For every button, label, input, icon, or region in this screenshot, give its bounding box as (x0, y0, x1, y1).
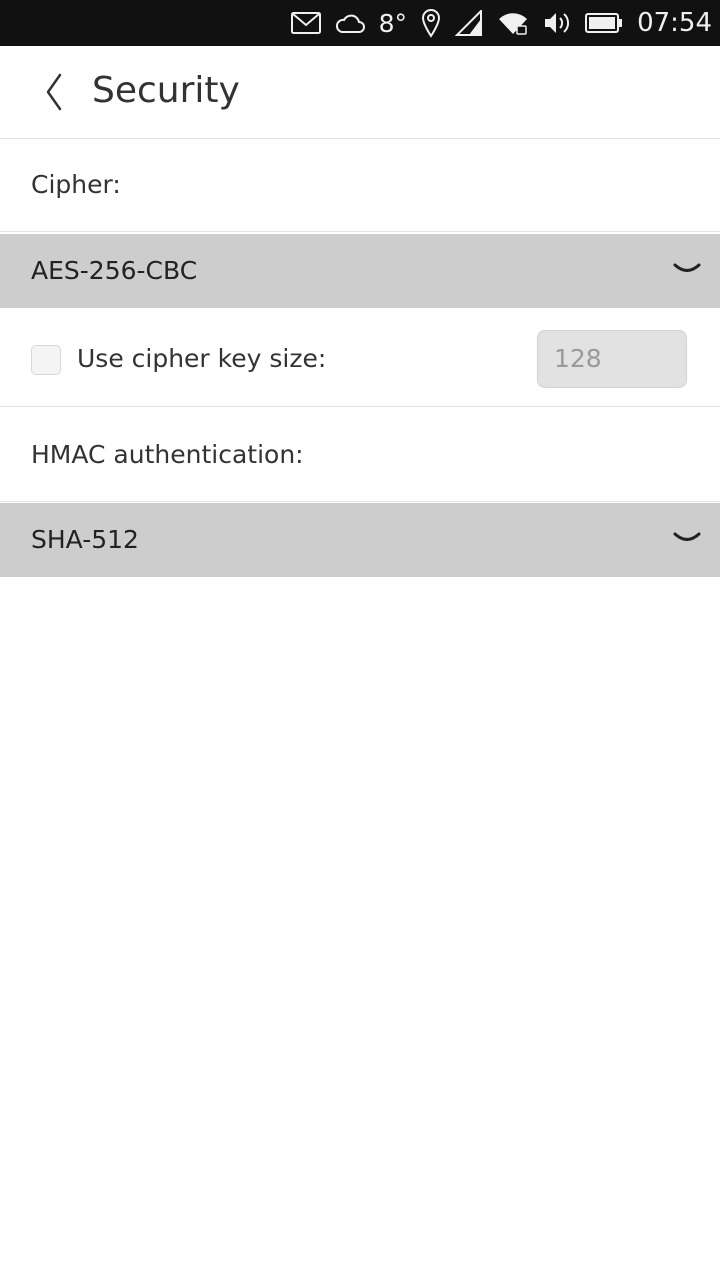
cipher-label-row: Cipher: (0, 139, 720, 232)
hmac-label-row: HMAC authentication: (0, 407, 720, 502)
wifi-icon (497, 10, 529, 36)
chevron-down-icon (673, 532, 701, 541)
key-size-input[interactable]: 128 (537, 330, 687, 388)
status-bar: 8° 07:54 (0, 0, 720, 46)
battery-icon (585, 12, 623, 34)
cipher-selected-value: AES-256-CBC (31, 256, 198, 285)
hmac-dropdown[interactable]: SHA-512 (0, 503, 720, 577)
volume-icon (543, 10, 571, 36)
cipher-dropdown[interactable]: AES-256-CBC (0, 234, 720, 308)
hmac-label: HMAC authentication: (31, 440, 304, 469)
page-header: Security (0, 46, 720, 139)
clock: 07:54 (637, 8, 712, 38)
temperature: 8° (378, 8, 408, 38)
use-key-size-label: Use cipher key size: (77, 344, 327, 373)
signal-icon (455, 10, 483, 36)
back-button[interactable] (30, 68, 78, 116)
chevron-left-icon (46, 73, 62, 111)
location-icon (421, 8, 441, 38)
use-key-size-checkbox[interactable] (31, 345, 61, 375)
cipher-label: Cipher: (31, 170, 121, 199)
cloud-icon (335, 12, 365, 34)
key-size-row: Use cipher key size: 128 (0, 312, 720, 407)
chevron-down-icon (673, 263, 701, 272)
page-title: Security (92, 70, 240, 111)
mail-icon (290, 12, 321, 34)
hmac-selected-value: SHA-512 (31, 525, 139, 554)
